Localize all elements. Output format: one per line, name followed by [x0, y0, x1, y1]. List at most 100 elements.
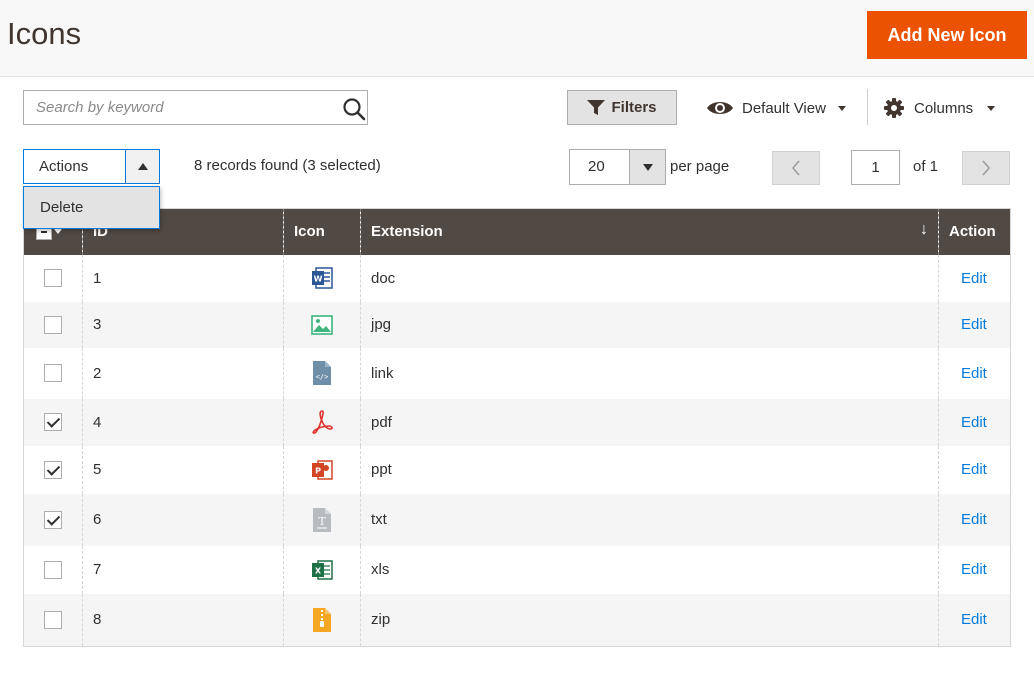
svg-text:X: X: [315, 566, 322, 575]
row-select-checkbox[interactable]: [44, 269, 62, 287]
chevron-right-icon: [982, 160, 991, 176]
columns-label: Columns: [914, 99, 974, 117]
row-extension: ppt: [360, 445, 939, 494]
add-new-icon-button[interactable]: Add New Icon: [867, 11, 1027, 59]
row-select-checkbox[interactable]: [44, 413, 62, 431]
row-select-checkbox[interactable]: [44, 364, 62, 382]
actions-menu-delete[interactable]: Delete: [24, 187, 159, 228]
table-row: 1 Wdoc Edit: [24, 254, 1011, 302]
column-header-icon[interactable]: Icon: [283, 208, 361, 255]
row-select-cell: [24, 255, 83, 302]
row-select-checkbox[interactable]: [44, 560, 62, 579]
row-select-checkbox[interactable]: [44, 315, 62, 334]
per-page-value: 20: [588, 158, 605, 175]
row-id: 2: [82, 347, 284, 399]
search-input[interactable]: [24, 91, 314, 124]
row-extension: jpg: [360, 301, 939, 348]
table-row: 8 zip Edit: [23, 593, 1011, 647]
row-select-cell: [23, 301, 83, 348]
current-page-input[interactable]: [851, 150, 900, 185]
row-action-cell: Edit: [938, 398, 1011, 446]
grid-header-row: ID Icon Extension ↓ Action: [23, 208, 1011, 255]
edit-link[interactable]: Edit: [961, 365, 987, 382]
edit-link[interactable]: Edit: [961, 316, 987, 333]
code-file-icon: </>: [310, 359, 334, 387]
default-view-dropdown[interactable]: Default View: [706, 95, 846, 121]
page-total-label: of 1: [913, 158, 939, 175]
row-extension: zip: [360, 593, 939, 647]
search-icon[interactable]: [342, 97, 366, 121]
table-row: 6 Ttxt Edit: [23, 493, 1011, 546]
svg-text:P: P: [315, 466, 321, 475]
row-id: 6: [82, 493, 284, 546]
svg-text:T: T: [318, 515, 326, 528]
edit-link[interactable]: Edit: [961, 414, 987, 431]
word-doc-icon: W: [310, 264, 334, 292]
filter-funnel-icon: [587, 99, 606, 115]
edit-link[interactable]: Edit: [961, 561, 987, 578]
row-icon-cell: P: [283, 445, 361, 494]
row-icon-cell: [283, 301, 361, 348]
row-extension: pdf: [360, 398, 939, 446]
per-page-label: per page: [670, 158, 730, 175]
column-header-extension[interactable]: Extension ↓: [360, 208, 939, 255]
row-action-cell: Edit: [938, 445, 1011, 494]
row-icon-cell: [283, 398, 361, 446]
row-select-checkbox[interactable]: [44, 510, 62, 529]
row-id: 3: [82, 301, 284, 348]
chevron-left-icon: [791, 160, 800, 176]
sort-descending-icon: ↓: [920, 221, 928, 238]
per-page-select[interactable]: 20: [569, 149, 666, 185]
chevron-up-icon: [138, 163, 148, 170]
column-header-extension-label: Extension: [371, 223, 443, 241]
per-page-toggle[interactable]: [629, 150, 665, 184]
table-row: 4 pdf Edit: [23, 398, 1011, 446]
chevron-down-icon: [837, 105, 846, 111]
excel-icon: X: [310, 556, 334, 584]
row-id: 1: [82, 254, 284, 302]
edit-link[interactable]: Edit: [961, 611, 987, 628]
table-row: 7 Xxls Edit: [24, 545, 1011, 594]
eye-icon: [707, 102, 733, 114]
row-extension: link: [360, 347, 939, 399]
row-select-cell: [23, 398, 83, 446]
default-view-label: Default View: [742, 99, 826, 117]
row-action-cell: Edit: [938, 301, 1011, 348]
columns-dropdown[interactable]: Columns: [884, 95, 996, 121]
row-icon-cell: </>: [283, 347, 361, 399]
previous-page-button[interactable]: [772, 151, 820, 185]
row-select-cell: [24, 446, 83, 494]
row-id: 5: [82, 445, 284, 494]
column-header-action: Action: [938, 208, 1011, 255]
filters-button[interactable]: Filters: [567, 90, 677, 125]
next-page-button[interactable]: [962, 151, 1010, 185]
page-title: Icons: [7, 16, 82, 51]
row-action-cell: Edit: [938, 254, 1011, 302]
actions-toggle[interactable]: [125, 150, 159, 183]
actions-menu: Delete: [23, 186, 160, 229]
row-select-checkbox[interactable]: [44, 460, 62, 479]
row-select-checkbox[interactable]: [44, 610, 62, 629]
toolbar-divider: [867, 89, 868, 125]
row-icon-cell: T: [283, 493, 361, 546]
table-row: 5 Pppt Edit: [24, 445, 1011, 494]
row-id: 7: [82, 545, 284, 594]
table-row: 3 jpg Edit: [23, 301, 1011, 348]
row-id: 4: [82, 398, 284, 446]
edit-link[interactable]: Edit: [961, 511, 987, 528]
chevron-down-icon: [987, 105, 996, 111]
page-header: Icons Add New Icon: [0, 0, 1034, 77]
zip-archive-icon: [310, 606, 334, 634]
row-action-cell: Edit: [938, 545, 1011, 594]
edit-link[interactable]: Edit: [961, 461, 987, 478]
row-icon-cell: X: [283, 545, 361, 594]
row-extension: txt: [360, 493, 939, 546]
pdf-icon: [310, 408, 334, 436]
records-found-count: 8 records found (3 selected): [194, 157, 381, 174]
chevron-down-icon: [643, 164, 653, 171]
actions-dropdown[interactable]: Actions: [23, 149, 160, 184]
row-action-cell: Edit: [938, 347, 1011, 399]
edit-link[interactable]: Edit: [961, 270, 987, 287]
svg-text:</>: </>: [316, 373, 329, 381]
powerpoint-icon: P: [310, 456, 334, 484]
